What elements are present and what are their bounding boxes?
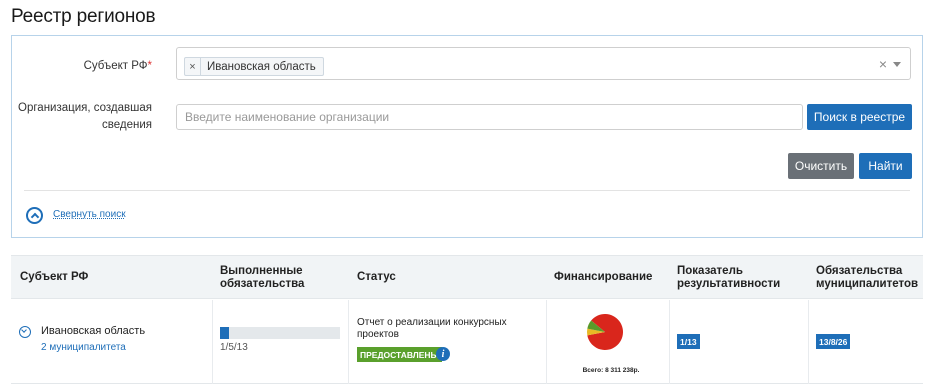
panel-divider xyxy=(24,190,910,191)
cell-divider xyxy=(808,300,809,384)
chevron-down-circle-icon[interactable] xyxy=(19,326,31,338)
status-badge: ПРЕДОСТАВЛЕНЫ xyxy=(357,347,442,362)
required-mark: * xyxy=(147,60,152,72)
table-header: Субъект РФ Выполненные обязательства Стат… xyxy=(11,256,923,299)
header-municipal[interactable]: Обязательства муниципалитетов xyxy=(816,256,918,299)
region-name: Ивановская область xyxy=(41,325,146,337)
table-row[interactable]: Ивановская область 2 муниципалитета 1/5/… xyxy=(11,300,923,384)
obligations-progress xyxy=(220,327,340,339)
header-obligations[interactable]: Выполненные обязательства xyxy=(220,256,304,299)
indicator-badge[interactable]: 1/13 xyxy=(677,334,700,349)
selected-subject-label: Ивановская область xyxy=(207,60,316,73)
search-registry-button[interactable]: Поиск в реестре xyxy=(807,104,912,130)
page-title: Реестр регионов xyxy=(11,6,156,27)
header-subject[interactable]: Субъект РФ xyxy=(20,256,88,299)
cell-divider xyxy=(212,300,213,384)
search-panel: Субъект РФ* × Ивановская область × Орган… xyxy=(11,35,923,238)
header-indicator[interactable]: Показатель результативности xyxy=(677,256,780,299)
dropdown-arrow-icon[interactable] xyxy=(893,62,901,67)
clear-button[interactable]: Очистить xyxy=(788,153,854,179)
regions-table: Субъект РФ Выполненные обязательства Стат… xyxy=(11,255,923,384)
find-button[interactable]: Найти xyxy=(859,153,912,179)
selected-subject-tag: × Ивановская область xyxy=(184,57,324,76)
municipal-obligations-badge[interactable]: 13/8/26 xyxy=(816,334,851,349)
obligations-text: 1/5/13 xyxy=(220,342,248,353)
header-financing[interactable]: Финансирование xyxy=(554,256,652,299)
organization-label: Организация, создавшая сведения xyxy=(18,102,152,131)
collapse-search-link[interactable]: Свернуть поиск xyxy=(53,209,126,220)
remove-tag-icon[interactable]: × xyxy=(185,58,201,75)
cell-divider xyxy=(546,300,547,384)
header-status[interactable]: Статус xyxy=(357,256,396,299)
municipalities-link[interactable]: 2 муниципалитета xyxy=(41,342,126,353)
financing-pie-chart[interactable] xyxy=(586,313,624,351)
info-icon[interactable]: i xyxy=(436,347,450,361)
status-text: Отчет о реализации конкурсных проектов xyxy=(357,317,507,340)
organization-input[interactable] xyxy=(176,104,803,130)
cell-divider xyxy=(348,300,349,384)
chevron-up-circle-icon[interactable] xyxy=(26,207,43,224)
obligations-progress-fill xyxy=(220,327,230,339)
subject-select[interactable]: × Ивановская область × xyxy=(176,47,911,80)
subject-label: Субъект РФ* xyxy=(83,60,152,72)
financing-total: Всего: 8 311 238р. xyxy=(582,367,640,374)
clear-selection-icon[interactable]: × xyxy=(879,57,887,71)
